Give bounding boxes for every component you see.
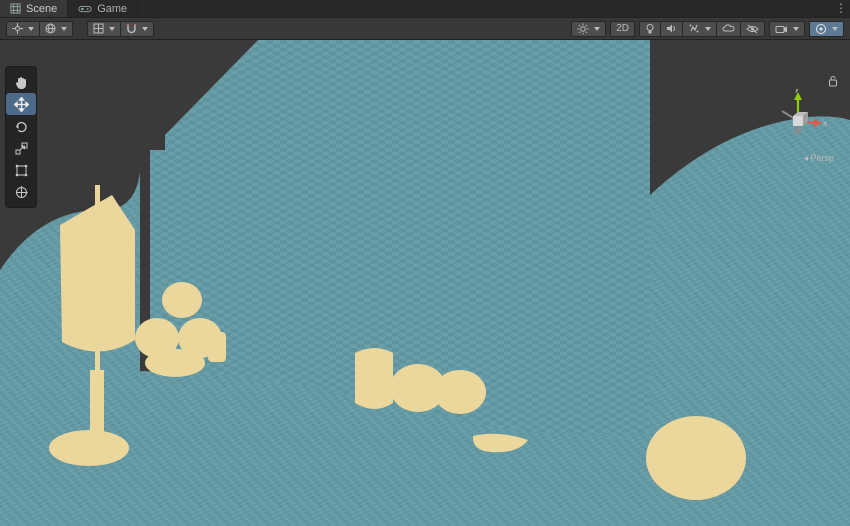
orientation-gizmo[interactable]: x y Persp <box>760 75 840 170</box>
magnet-icon <box>126 23 137 34</box>
globe-icon <box>45 23 56 34</box>
rect-icon <box>14 163 29 178</box>
mode-2d-toggle[interactable]: 2D <box>610 21 635 37</box>
cloud-icon <box>722 24 735 34</box>
grid-icon <box>93 23 104 34</box>
toolbar-right: 2D <box>571 21 844 37</box>
bulb-icon <box>645 23 655 35</box>
chevron-down-icon <box>705 27 711 31</box>
chevron-down-icon <box>793 27 799 31</box>
tab-scene[interactable]: Scene <box>0 0 68 17</box>
move-icon <box>14 97 29 112</box>
tab-game-label: Game <box>97 3 127 15</box>
move-tool-button[interactable] <box>6 93 36 115</box>
rotate-tool-button[interactable] <box>6 115 36 137</box>
snap-toggle-button[interactable] <box>121 21 154 37</box>
tool-handle-rotation-dropdown[interactable] <box>40 21 73 37</box>
tabbar: Scene Game ⋮ <box>0 0 850 18</box>
rotate-icon <box>14 119 29 134</box>
scale-icon <box>14 141 29 156</box>
scene-camera-dropdown[interactable] <box>769 21 805 37</box>
toolbar-left <box>6 21 154 37</box>
chevron-down-icon <box>142 27 148 31</box>
fx-icon <box>688 23 700 34</box>
hand-tool-button[interactable] <box>6 71 36 93</box>
tab-scene-label: Scene <box>26 3 57 15</box>
scene-fx-dropdown[interactable] <box>683 21 717 37</box>
editor-window: Scene Game ⋮ <box>0 0 850 526</box>
scene-toolbar: 2D <box>0 18 850 40</box>
scene-visibility-toggle[interactable] <box>741 21 765 37</box>
gizmos-icon <box>815 23 827 35</box>
scene-audio-toggle[interactable] <box>661 21 683 37</box>
projection-label[interactable]: Persp <box>803 153 834 164</box>
draw-mode-dropdown[interactable] <box>571 21 606 37</box>
tabbar-context-icon[interactable]: ⋮ <box>835 1 847 15</box>
scene-tab-icon <box>10 3 21 14</box>
pivot-icon <box>12 23 23 34</box>
chevron-down-icon <box>109 27 115 31</box>
tool-panel <box>5 66 37 208</box>
transform-icon <box>14 185 29 200</box>
transform-tool-button[interactable] <box>6 181 36 203</box>
grid-visibility-button[interactable] <box>87 21 121 37</box>
scene-viewport[interactable]: x y Persp <box>0 40 850 526</box>
lock-open-icon[interactable] <box>828 75 838 90</box>
camera-icon <box>775 24 788 34</box>
sun-icon <box>577 23 589 35</box>
mode-2d-label: 2D <box>616 23 629 34</box>
hand-icon <box>14 75 29 90</box>
rect-tool-button[interactable] <box>6 159 36 181</box>
tool-handle-pivot-dropdown[interactable] <box>6 21 40 37</box>
speaker-icon <box>666 23 677 34</box>
gizmos-dropdown[interactable] <box>809 21 844 37</box>
axis-y-label: y <box>795 89 799 93</box>
scale-tool-button[interactable] <box>6 137 36 159</box>
scene-lighting-toggle[interactable] <box>639 21 661 37</box>
scene-render <box>0 40 850 526</box>
chevron-down-icon <box>61 27 67 31</box>
scene-cloud-toggle[interactable] <box>717 21 741 37</box>
eye-crossed-icon <box>746 24 759 34</box>
chevron-down-icon <box>28 27 34 31</box>
game-tab-icon <box>78 4 92 14</box>
axis-x-label: x <box>823 119 827 128</box>
tab-game[interactable]: Game <box>68 0 138 17</box>
chevron-down-icon <box>594 27 600 31</box>
chevron-down-icon <box>832 27 838 31</box>
